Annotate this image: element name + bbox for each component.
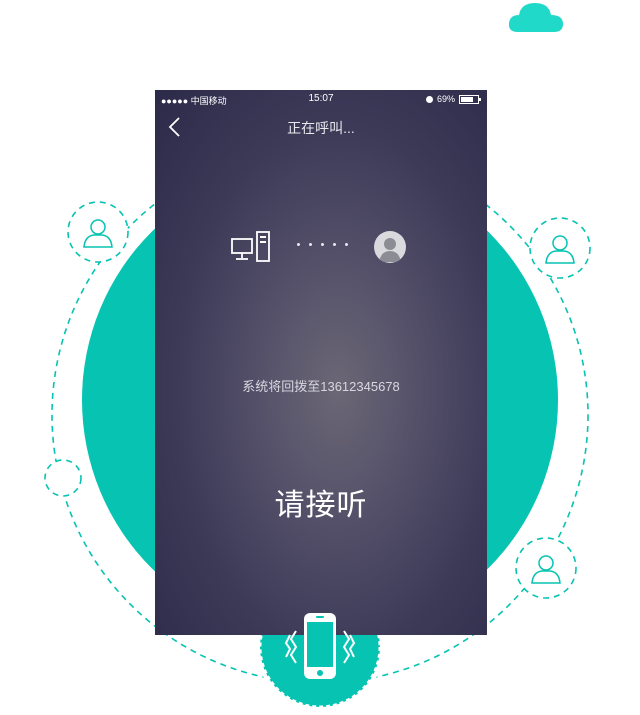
person-icon [545, 235, 575, 264]
battery-icon [459, 94, 481, 104]
user-avatar-icon [374, 231, 406, 263]
battery-percent: 69% [436, 94, 455, 104]
answer-prompt: 请接听 [274, 489, 368, 522]
vibrating-phone-icon [284, 613, 356, 679]
battery-status: 69% [425, 94, 481, 104]
page-title: 正在呼叫... [287, 120, 355, 136]
status-bar: ●●●●● 中国移动 15:07 69% [155, 90, 487, 108]
alarm-icon [425, 95, 433, 103]
phone-screen: ●●●●● 中国移动 15:07 69% 正在呼叫... 系统将回拨至13612… [155, 90, 487, 635]
computer-icon [231, 231, 270, 262]
node-left [44, 459, 82, 497]
person-icon [531, 555, 561, 584]
cloud-icon [508, 3, 563, 32]
redial-notice: 系统将回拨至13612345678 [242, 379, 400, 394]
person-icon [83, 219, 113, 248]
connecting-dots [297, 243, 348, 246]
